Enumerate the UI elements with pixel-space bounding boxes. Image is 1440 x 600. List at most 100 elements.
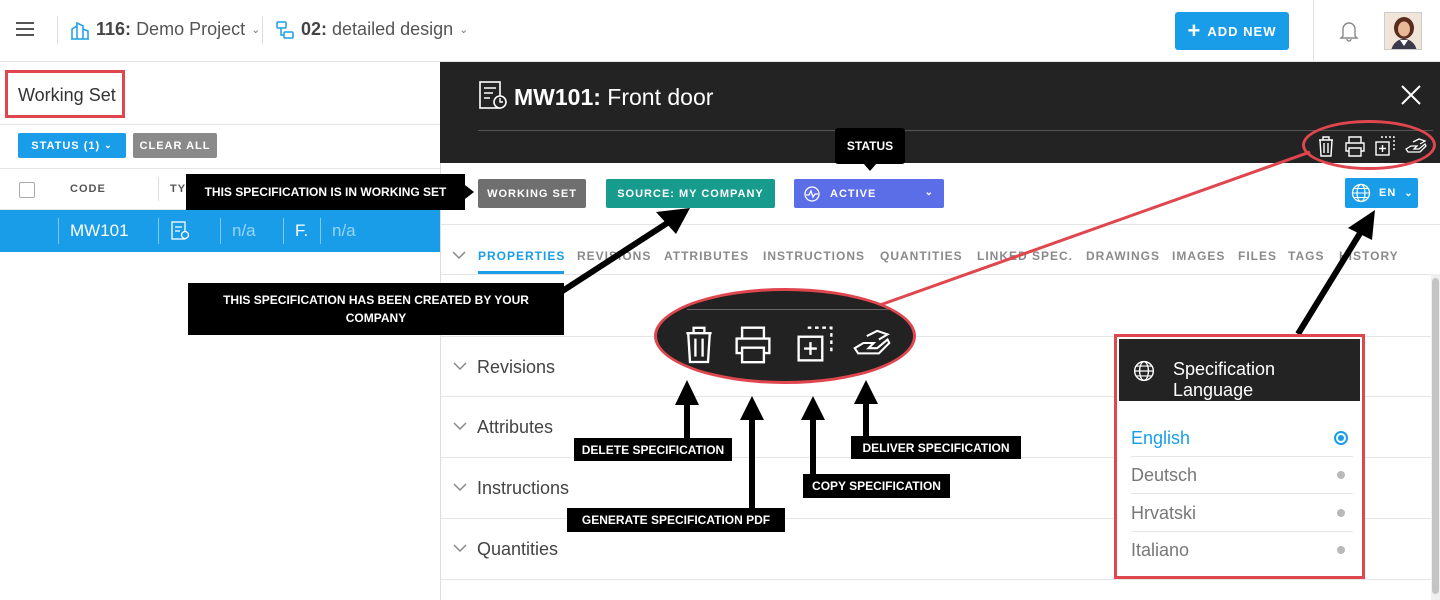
language-option-hrvatski[interactable]: Hrvatski [1131,495,1353,532]
annotation-copy: COPY SPECIFICATION [803,474,950,498]
tab-properties[interactable]: PROPERTIES [478,249,565,263]
language-option-deutsch[interactable]: Deutsch [1131,457,1353,494]
tab-quantities[interactable]: QUANTITIES [880,249,963,263]
column-divider [283,218,284,244]
phase-code: 02: [301,19,328,39]
bell-icon[interactable] [1339,20,1359,42]
status-filter-label: STATUS (1) [31,139,101,152]
divider [441,274,1431,275]
chevron-down-icon: ⌄ [459,24,469,36]
phase-selector[interactable]: 02: detailed design ⌄ [275,19,468,40]
annotation-delete: DELETE SPECIFICATION [574,438,732,461]
close-icon[interactable] [1400,84,1422,106]
annotation-working-set: THIS SPECIFICATION IS IN WORKING SET [186,174,465,210]
divider [687,309,892,310]
annotation-text: COMPANY [345,311,407,325]
copy-add-icon [797,326,833,362]
trash-icon [686,326,712,364]
tab-history[interactable]: HISTORY [1339,249,1399,263]
status-filter-chip[interactable]: STATUS (1) ⌄ [18,133,126,158]
language-label: Hrvatski [1131,503,1197,523]
column-header-type[interactable]: TY [170,183,186,195]
chevron-down-icon: ⌄ [1404,187,1414,199]
add-new-label: ADD NEW [1207,23,1277,39]
chevron-down-icon [453,362,467,371]
chevron-down-icon [453,544,467,553]
language-menu-header: Specification Language [1119,339,1360,401]
printer-icon [735,326,771,364]
tab-files[interactable]: FILES [1238,249,1277,263]
deliver-hand-icon [853,329,891,355]
specification-name: Front door [607,84,714,110]
language-menu: Specification Language English Deutsch H… [1114,334,1365,579]
language-value: EN [1379,187,1397,199]
language-label: English [1131,428,1191,448]
avatar[interactable] [1384,12,1422,50]
section-label: Instructions [477,478,570,498]
add-new-button[interactable]: + ADD NEW [1175,12,1289,50]
source-badge: SOURCE: MY COMPANY [606,179,775,208]
clear-all-button[interactable]: CLEAR ALL [133,133,217,158]
column-divider [320,218,321,244]
divider [441,224,1440,225]
tab-linked-spec[interactable]: LINKED SPEC. [977,249,1073,263]
chevron-down-icon: ⌄ [924,187,934,198]
status-dropdown[interactable]: ACTIVE ⌄ [794,179,944,208]
divider [0,124,440,125]
radio-icon [1337,471,1345,479]
column-divider [58,218,59,244]
language-option-italiano[interactable]: Italiano [1131,532,1353,569]
column-header-code[interactable]: CODE [70,183,106,195]
row-cell: n/a [332,221,356,240]
annotation-generate-pdf: GENERATE SPECIFICATION PDF [567,508,785,532]
project-selector[interactable]: 116: Demo Project ⌄ [70,19,260,40]
scrollbar-thumb[interactable] [1432,278,1439,594]
language-label: Deutsch [1131,465,1198,485]
chevron-down-icon: ⌄ [251,24,261,36]
project-name: Demo Project [136,19,246,39]
status-value: ACTIVE [830,187,877,200]
activity-icon [804,185,820,202]
language-option-english[interactable]: English [1131,420,1353,457]
annotation-deliver: DELIVER SPECIFICATION [851,436,1021,459]
language-label: Italiano [1131,540,1190,560]
chevron-down-icon: ⌄ [104,140,113,150]
language-dropdown[interactable]: EN ⌄ [1345,178,1418,208]
divider [1313,0,1314,62]
tab-attributes[interactable]: ATTRIBUTES [664,249,749,263]
working-set-title: Working Set [5,70,125,118]
section-label: Revisions [477,357,556,377]
tab-bar: PROPERTIES REVISIONS ATTRIBUTES INSTRUCT… [440,240,1440,274]
language-menu-title: Specification Language [1173,359,1276,400]
specification-header: MW101: Front door [440,62,1440,163]
tab-tags[interactable]: TAGS [1288,249,1324,263]
workflow-icon [276,20,294,39]
tab-drawings[interactable]: DRAWINGS [1086,249,1160,263]
divider [57,16,58,44]
divider [262,16,263,44]
radio-icon [1337,509,1345,517]
specification-icon [479,81,507,109]
column-divider [158,218,159,244]
menu-icon[interactable] [16,22,34,38]
buildings-icon [71,21,89,40]
tab-revisions[interactable]: REVISIONS [577,249,651,263]
column-divider [220,218,221,244]
annotation-text: THIS SPECIFICATION HAS BEEN CREATED BY Y… [223,293,529,307]
phase-name: detailed design [332,19,454,39]
tab-instructions[interactable]: INSTRUCTIONS [763,249,865,263]
specification-code: MW101: [514,84,601,110]
toolbar-zoom [654,288,916,384]
chevron-down-icon[interactable] [452,248,466,262]
specification-type-icon [171,221,190,240]
scrollbar[interactable] [1431,274,1440,600]
globe-icon [1133,360,1155,382]
specification-title: MW101: Front door [514,84,713,111]
tab-images[interactable]: IMAGES [1172,249,1225,263]
toolbar-highlight [1302,120,1436,170]
select-all-checkbox[interactable] [19,182,35,198]
table-row[interactable]: MW101 n/a F. n/a [0,210,440,252]
divider [478,130,1433,131]
radio-selected-icon [1334,431,1348,445]
annotation-created-by: THIS SPECIFICATION HAS BEEN CREATED BY Y… [188,283,564,335]
